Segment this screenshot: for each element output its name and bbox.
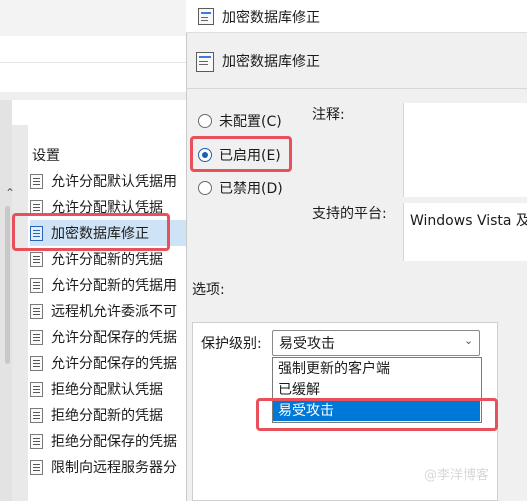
policy-item-label: 允许分配保存的凭据 — [51, 356, 177, 372]
policy-item[interactable]: 拒绝分配默认凭据 — [30, 376, 190, 402]
options-label: 选项: — [192, 282, 225, 298]
policy-setting-icon — [30, 329, 43, 345]
policy-item[interactable]: 允许分配保存的凭据 — [30, 324, 190, 350]
policy-item-label: 允许分配新的凭据用 — [51, 278, 177, 294]
policy-item[interactable]: 允许分配保存的凭据 — [30, 350, 190, 376]
highlight-box-policy-item — [12, 213, 170, 251]
settings-scrollbar-track[interactable] — [12, 125, 28, 501]
dropdown-option[interactable]: 强制更新的客户端 — [273, 359, 480, 379]
highlight-box-enabled — [190, 136, 292, 172]
background-band — [0, 92, 190, 100]
policy-setting-icon — [30, 407, 43, 423]
header-divider — [186, 88, 527, 89]
supported-on-label: 支持的平台: — [312, 206, 387, 222]
policy-item[interactable]: 限制向远程服务器分 — [30, 454, 190, 480]
policy-item-label: 拒绝分配新的凭据 — [51, 408, 163, 424]
policy-item-label: 允许分配新的凭据 — [51, 252, 163, 268]
comment-label: 注释: — [312, 107, 345, 123]
dropdown-option[interactable]: 已缓解 — [273, 380, 480, 400]
policy-setting-icon — [30, 277, 43, 293]
policy-item-label: 拒绝分配保存的凭据 — [51, 434, 177, 450]
policy-header-title: 加密数据库修正 — [222, 54, 320, 70]
policy-window-icon — [198, 8, 214, 25]
policy-setting-icon — [30, 303, 43, 319]
policy-item[interactable]: 拒绝分配新的凭据 — [30, 402, 190, 428]
comment-textarea[interactable] — [403, 103, 527, 197]
radio-unchecked-icon — [198, 181, 212, 195]
policy-item-label: 允许分配默认凭据用 — [51, 174, 177, 190]
window-title: 加密数据库修正 — [222, 10, 320, 26]
policy-header-icon — [196, 52, 214, 72]
policy-item-label: 拒绝分配默认凭据 — [51, 382, 163, 398]
policy-item-label: 限制向远程服务器分 — [51, 460, 177, 476]
protection-level-value: 易受攻击 — [279, 336, 335, 352]
radio-label: 已禁用(D) — [219, 181, 283, 197]
scrollbar-thumb[interactable] — [5, 206, 10, 364]
watermark: @李洋博客 — [424, 468, 490, 483]
radio-unchecked-icon — [198, 114, 212, 128]
radio-disabled[interactable]: 已禁用(D) — [198, 178, 283, 198]
settings-column-header[interactable]: 设置 — [32, 145, 60, 165]
scroll-up-icon[interactable]: ⌃ — [5, 186, 15, 200]
highlight-box-vulnerable-option — [256, 398, 498, 431]
policy-setting-icon — [30, 433, 43, 449]
policy-item[interactable]: 远程机允许委派不可 — [30, 298, 190, 324]
policy-item[interactable]: 允许分配默认凭据用 — [30, 168, 190, 194]
policy-setting-icon — [30, 173, 43, 189]
policy-setting-icon — [30, 459, 43, 475]
policy-item[interactable]: 允许分配新的凭据用 — [30, 272, 190, 298]
policy-setting-icon — [30, 251, 43, 267]
policy-setting-icon — [30, 355, 43, 371]
chevron-down-icon[interactable]: ⌄ — [464, 334, 473, 347]
radio-not-configured[interactable]: 未配置(C) — [198, 111, 282, 131]
background-window-toolbar — [0, 0, 190, 36]
background-divider — [0, 62, 190, 63]
policy-item-label: 允许分配保存的凭据 — [51, 330, 177, 346]
policy-item-label: 远程机允许委派不可 — [51, 304, 177, 320]
policy-item[interactable]: 拒绝分配保存的凭据 — [30, 428, 190, 454]
policy-setting-icon — [30, 381, 43, 397]
supported-on-value: Windows Vista 及 — [410, 213, 527, 229]
radio-label: 未配置(C) — [219, 114, 282, 130]
protection-level-label: 保护级别: — [201, 336, 262, 352]
